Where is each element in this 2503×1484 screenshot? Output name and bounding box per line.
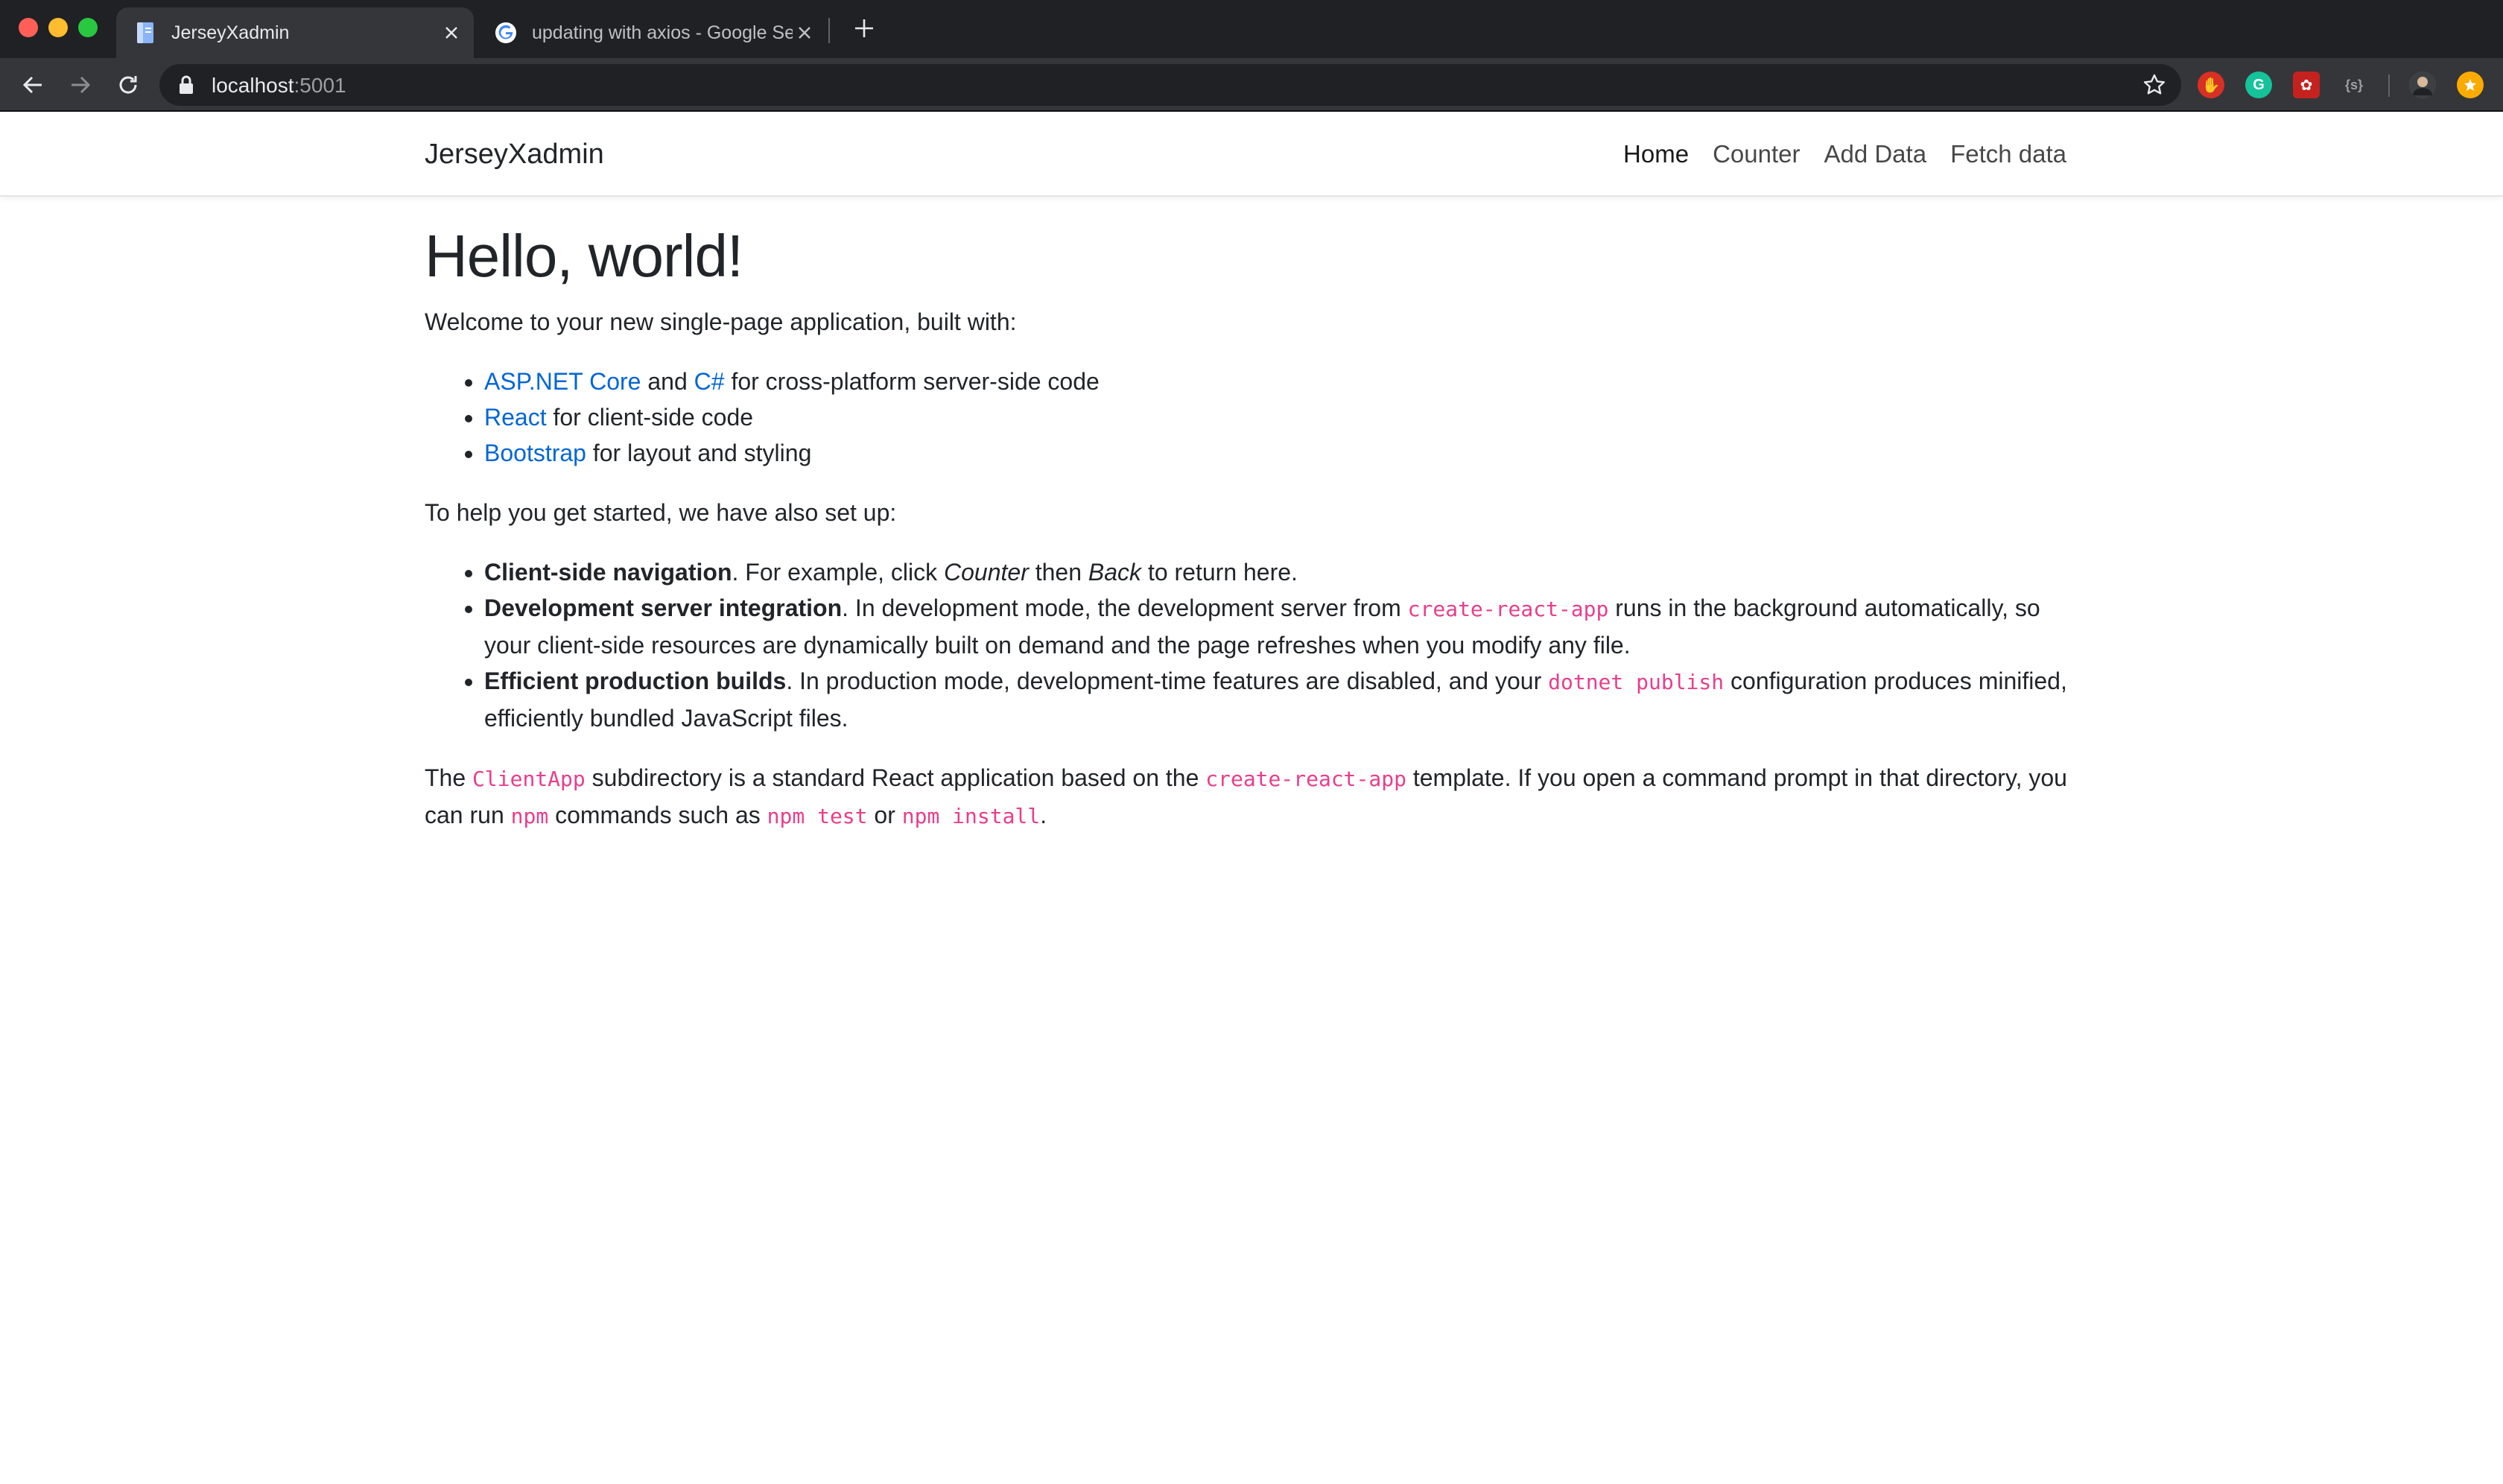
profile-avatar-icon[interactable] bbox=[2409, 72, 2436, 98]
list-item: Client-side navigation. For example, cli… bbox=[484, 554, 2078, 590]
setup-intro-text: To help you get started, we have also se… bbox=[425, 499, 897, 526]
list-item: Bootstrap for layout and styling bbox=[484, 435, 2078, 471]
window-maximize-button[interactable] bbox=[78, 18, 98, 37]
page-title: Hello, world! bbox=[425, 223, 743, 289]
extension-icon[interactable]: G bbox=[2245, 72, 2272, 98]
main-content: Hello, world! Welcome to your new single… bbox=[425, 221, 2078, 858]
nav-link-counter[interactable]: Counter bbox=[1713, 140, 1800, 168]
lock-icon[interactable] bbox=[179, 75, 194, 98]
forward-arrow-icon[interactable] bbox=[64, 69, 97, 101]
inline-code: npm install bbox=[901, 804, 1041, 828]
nav-link-add-data[interactable]: Add Data bbox=[1824, 140, 1926, 168]
browser-tab-strip: JerseyXadmin updating with axios - Googl… bbox=[0, 0, 2503, 58]
google-favicon-icon bbox=[495, 22, 517, 44]
list-item: ASP.NET Core and C# for cross-platform s… bbox=[484, 364, 2078, 399]
nav-link-fetch-data[interactable]: Fetch data bbox=[1950, 140, 2066, 168]
window-minimize-button[interactable] bbox=[48, 18, 68, 37]
aspnet-core-link[interactable]: ASP.NET Core bbox=[484, 368, 641, 395]
reload-icon[interactable] bbox=[112, 69, 145, 101]
extension-icon[interactable]: ✿ bbox=[2293, 72, 2320, 98]
address-bar[interactable]: localhost:5001 bbox=[159, 64, 2181, 106]
close-icon[interactable] bbox=[793, 21, 816, 45]
extension-icon[interactable]: ✋ bbox=[2198, 72, 2224, 98]
built-with-list: ASP.NET Core and C# for cross-platform s… bbox=[484, 364, 2078, 471]
toolbar-divider bbox=[2388, 74, 2390, 97]
list-item: React for client-side code bbox=[484, 399, 2078, 435]
window-close-button[interactable] bbox=[19, 18, 38, 37]
inline-code: create-react-app bbox=[1407, 597, 1609, 621]
page-favicon-icon bbox=[137, 22, 153, 43]
nav-link-home[interactable]: Home bbox=[1623, 140, 1689, 168]
inline-code: dotnet publish bbox=[1548, 670, 1725, 694]
extension-icon[interactable] bbox=[2457, 72, 2484, 98]
browser-toolbar: localhost:5001 ✋ G ✿ {s} bbox=[0, 58, 2503, 112]
tab-title: JerseyXadmin bbox=[171, 22, 290, 43]
browser-tab-inactive[interactable]: updating with axios - Google Search bbox=[477, 7, 827, 58]
nav-links: Home Counter Add Data Fetch data bbox=[1623, 140, 2066, 168]
closing-paragraph: The ClientApp subdirectory is a standard… bbox=[425, 764, 2067, 828]
bootstrap-link[interactable]: Bootstrap bbox=[484, 440, 586, 466]
inline-code: npm test bbox=[767, 804, 868, 828]
back-arrow-icon[interactable] bbox=[16, 69, 49, 101]
star-icon[interactable] bbox=[2142, 73, 2166, 101]
react-link[interactable]: React bbox=[484, 404, 547, 431]
close-icon[interactable] bbox=[440, 21, 463, 45]
tab-title: updating with axios - Google Search bbox=[532, 22, 793, 43]
url-text[interactable]: localhost:5001 bbox=[212, 74, 346, 98]
browser-tab-active[interactable]: JerseyXadmin bbox=[116, 7, 474, 58]
extension-icon[interactable]: {s} bbox=[2341, 72, 2367, 98]
site-navbar: JerseyXadmin Home Counter Add Data Fetch… bbox=[0, 112, 2503, 197]
inline-code: ClientApp bbox=[472, 767, 586, 791]
tab-divider bbox=[828, 18, 830, 43]
features-list: Client-side navigation. For example, cli… bbox=[484, 554, 2078, 736]
inline-code: create-react-app bbox=[1205, 767, 1406, 791]
list-item: Development server integration. In devel… bbox=[484, 590, 2078, 663]
list-item: Efficient production builds. In producti… bbox=[484, 663, 2078, 736]
plus-icon[interactable] bbox=[849, 15, 879, 45]
navbar-brand[interactable]: JerseyXadmin bbox=[425, 139, 604, 171]
csharp-link[interactable]: C# bbox=[694, 368, 725, 395]
inline-code: npm bbox=[510, 804, 549, 828]
intro-text: Welcome to your new single-page applicat… bbox=[425, 308, 1017, 335]
